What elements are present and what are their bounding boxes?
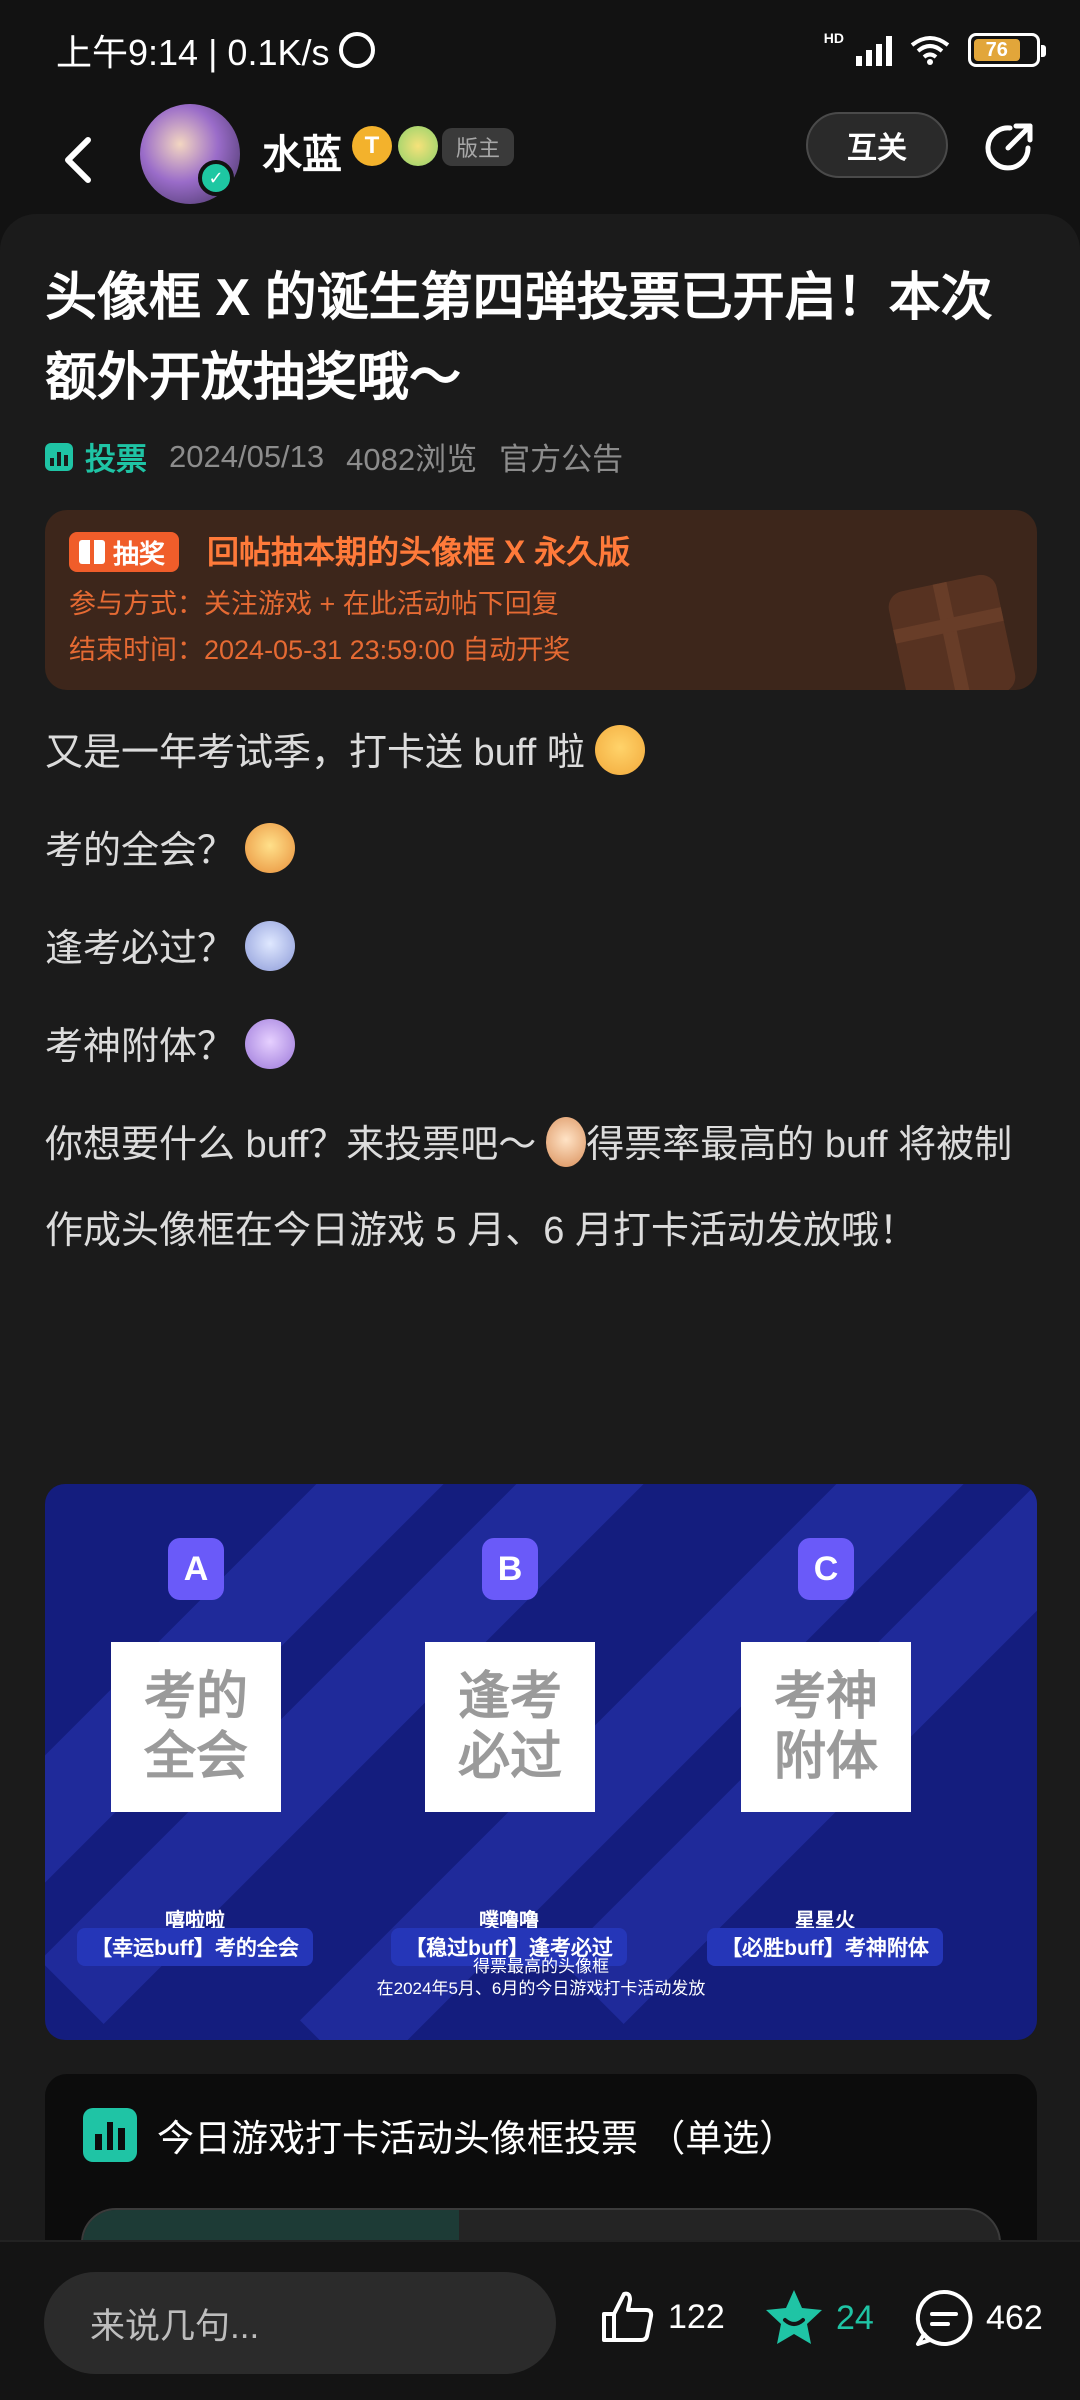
follow-button[interactable]: 互关: [806, 112, 948, 178]
option-line1: 考的: [143, 1668, 248, 1726]
gift-watermark-icon: [885, 571, 1019, 690]
poll-icon: [83, 2108, 137, 2162]
option-frame: 考的 全会: [111, 1642, 281, 1812]
paragraph: 考神附体？: [45, 1004, 1035, 1090]
lottery-how: 参与方式：关注游戏 + 在此活动帖下回复: [69, 589, 559, 619]
lottery-tag: 抽奖: [69, 532, 180, 572]
alarm-icon: [339, 32, 376, 68]
comment-input[interactable]: 来说几句...: [44, 2272, 556, 2374]
like-button[interactable]: 122: [596, 2286, 725, 2348]
medal-icon: [398, 126, 438, 166]
exam-emoji-icon: [245, 823, 296, 873]
option-line2: 附体: [773, 1728, 878, 1786]
comment-button[interactable]: 462: [912, 2286, 1043, 2350]
hd-label: HD: [823, 30, 844, 46]
vote-tag-label: 投票: [85, 442, 147, 477]
post-meta: 投票 2024/05/13 4082浏览 官方公告: [45, 434, 623, 479]
username[interactable]: 水蓝: [262, 122, 342, 180]
option-frame: 逢考 必过: [425, 1642, 595, 1812]
share-icon[interactable]: [980, 118, 1038, 176]
status-right: HD 76: [823, 30, 1046, 67]
paragraph-text: 又是一年考试季，打卡送 buff 啦: [45, 732, 585, 774]
wifi-icon: [910, 36, 950, 65]
chart-icon: [45, 442, 73, 471]
option-frame: 考神 附体: [741, 1642, 911, 1812]
comment-count: 462: [986, 2298, 1043, 2337]
option-a: A 考的 全会 嘻啦啦 【幸运buff】考的全会: [45, 1538, 345, 1966]
star-count: 24: [836, 2298, 874, 2337]
ghost-emoji-icon: [245, 921, 296, 971]
paragraph: 逢考必过？: [45, 906, 1035, 992]
verified-icon: ✓: [198, 160, 234, 196]
level-badge: T: [352, 126, 392, 166]
signal-icon: [856, 34, 892, 66]
battery-icon: 76: [968, 33, 1046, 67]
status-time: 上午9:14 | 0.1K/s: [56, 32, 330, 73]
option-line2: 必过: [457, 1728, 562, 1786]
paragraph: 考的全会？: [45, 808, 1035, 894]
back-icon[interactable]: [50, 130, 110, 190]
lottery-tag-label: 抽奖: [113, 538, 166, 569]
like-count: 122: [668, 2297, 725, 2336]
option-letter: B: [482, 1538, 538, 1600]
post-header: ✓ 水蓝 T 版主 互关: [0, 100, 1080, 230]
option-line2: 全会: [143, 1728, 248, 1786]
option-line1: 考神: [773, 1668, 878, 1726]
smile-emoji-icon: [594, 725, 645, 775]
option-c: C 考神 附体 星星火 【必胜buff】考神附体: [675, 1538, 975, 1966]
gift-icon: [79, 540, 105, 564]
comment-icon: [915, 2289, 973, 2346]
option-b: B 逢考 必过 噗噜噜 【稳过buff】逢考必过: [359, 1538, 659, 1966]
post-category: 官方公告: [499, 442, 624, 477]
vote-tag[interactable]: 投票: [45, 434, 147, 479]
status-bar: 上午9:14 | 0.1K/s HD 76: [0, 0, 1080, 100]
lottery-title: 回帖抽本期的头像框 X 永久版: [207, 534, 631, 570]
option-line1: 逢考: [457, 1668, 562, 1726]
paragraph: 你想要什么 buff？来投票吧～ 得票率最高的 buff 将被制作成头像框在今日游…: [45, 1102, 1035, 1274]
paragraph-text: 考的全会？: [45, 830, 236, 872]
star-icon: [766, 2290, 822, 2344]
collect-button[interactable]: 24: [762, 2286, 874, 2350]
thumbs-up-icon: [602, 2291, 654, 2342]
battery-level: 76: [974, 39, 1020, 61]
vote-header: 今日游戏打卡活动头像框投票 （单选）: [83, 2108, 796, 2162]
bottom-bar: 来说几句... 122 24 462: [0, 2240, 1080, 2400]
spirit-emoji-icon: [245, 1019, 296, 1069]
cheer-emoji-icon: [546, 1117, 587, 1167]
role-badge: 版主: [442, 128, 515, 166]
option-letter: C: [798, 1538, 854, 1600]
lottery-end: 结束时间：2024-05-31 23:59:00 自动开奖: [69, 635, 571, 665]
paragraph-text: 考神附体？: [45, 1026, 236, 1068]
image-footer-line2: 在2024年5月、6月的今日游戏打卡活动发放: [376, 1979, 706, 1998]
post-card: 头像框 X 的诞生第四弹投票已开启！本次额外开放抽奖哦～ 投票 2024/05/…: [0, 214, 1080, 2244]
option-letter: A: [168, 1538, 224, 1600]
paragraph-text: 逢考必过？: [45, 928, 236, 970]
paragraph-text: 你想要什么 buff？来投票吧～: [45, 1124, 537, 1166]
post-views: 4082浏览: [346, 442, 478, 477]
paragraph: 又是一年考试季，打卡送 buff 啦: [45, 710, 1035, 796]
vote-title: 今日游戏打卡活动头像框投票 （单选）: [157, 2118, 797, 2159]
lottery-banner[interactable]: 抽奖 回帖抽本期的头像框 X 永久版 参与方式：关注游戏 + 在此活动帖下回复 …: [45, 510, 1037, 690]
post-date: 2024/05/13: [169, 438, 325, 474]
post-title: 头像框 X 的诞生第四弹投票已开启！本次额外开放抽奖哦～: [45, 269, 993, 407]
vote-banner-image[interactable]: A 考的 全会 嘻啦啦 【幸运buff】考的全会 B 逢考 必过 噗噜噜 【稳过…: [45, 1484, 1037, 2040]
status-left: 上午9:14 | 0.1K/s: [56, 24, 376, 76]
